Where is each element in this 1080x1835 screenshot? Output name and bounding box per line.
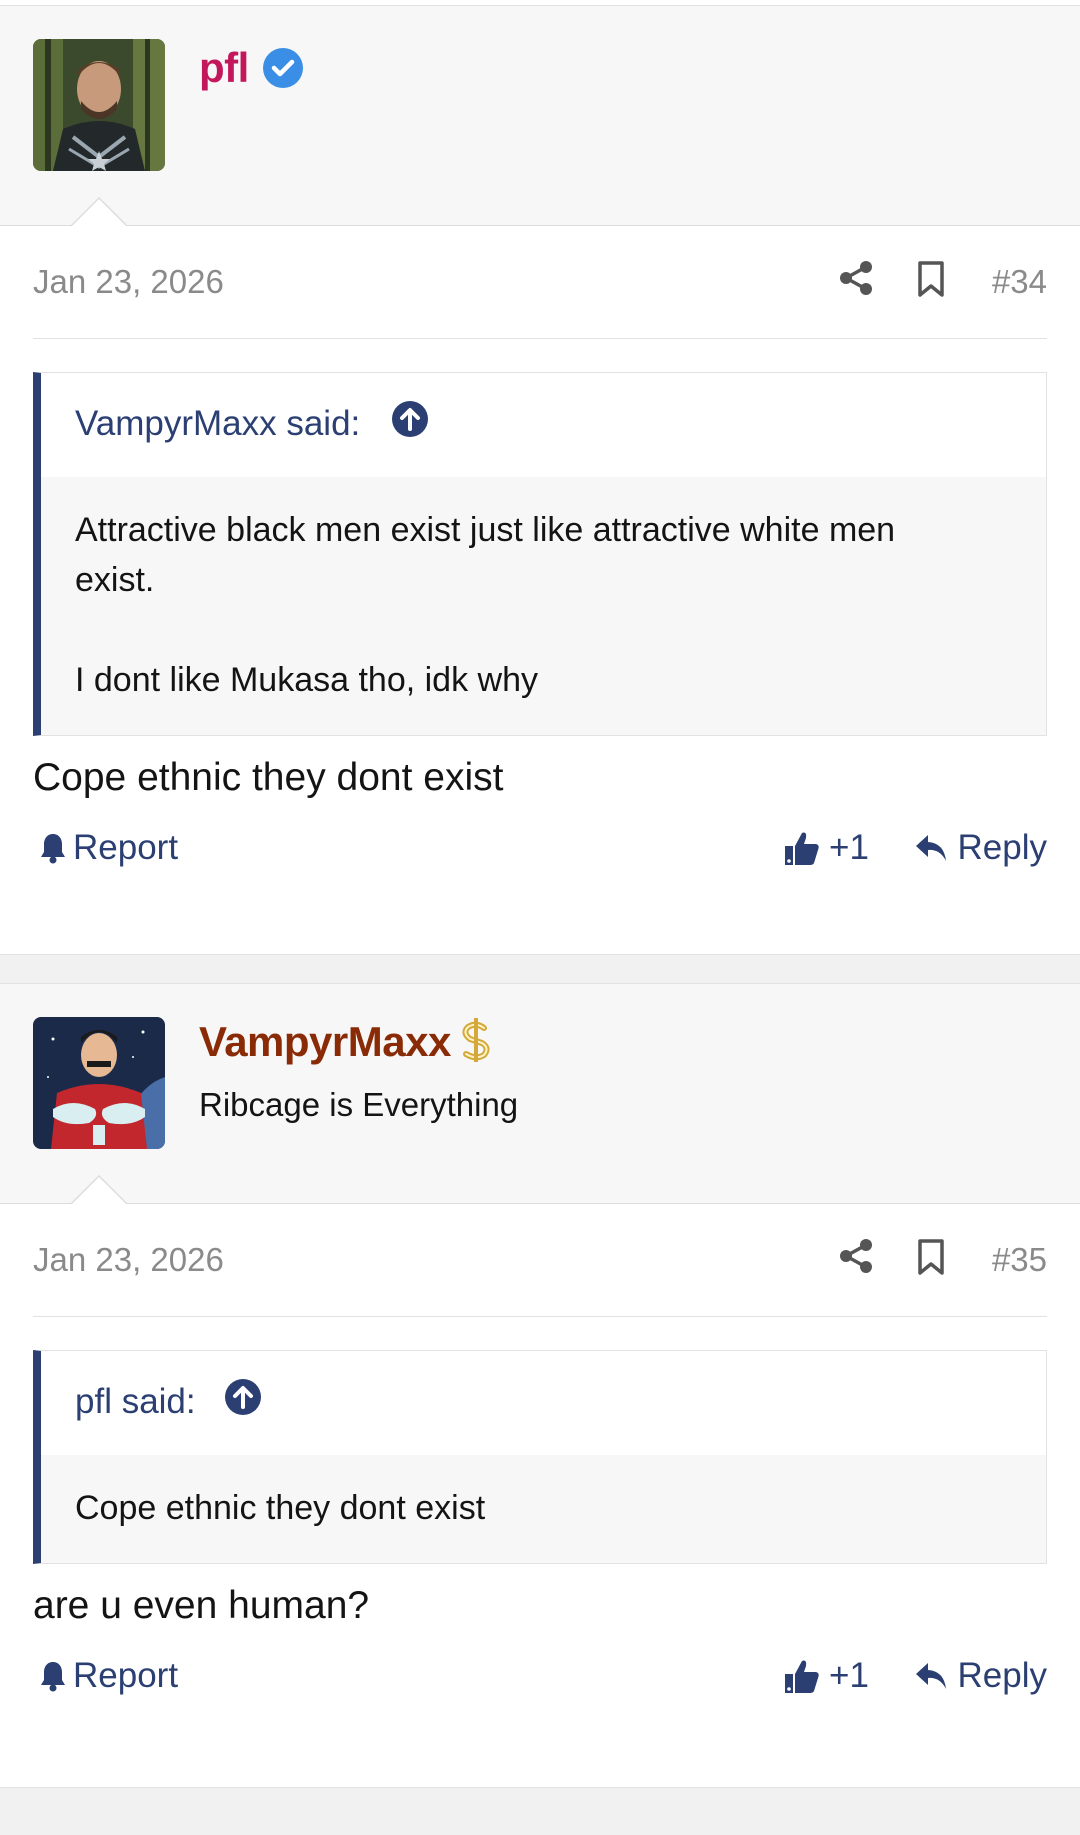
quote-block: pfl said: Cope ethnic they dont exist: [33, 1350, 1047, 1564]
post-actions: Report +1 Reply: [33, 1628, 1047, 1724]
avatar[interactable]: [33, 1017, 165, 1149]
post-separator: [0, 1787, 1080, 1835]
share-icon[interactable]: [839, 260, 873, 296]
username[interactable]: VampyrMaxx: [199, 1018, 451, 1066]
like-label: +1: [829, 828, 869, 867]
bell-icon: [41, 834, 65, 864]
quote-header: VampyrMaxx said:: [41, 373, 1046, 477]
bell-icon: [41, 1662, 65, 1692]
post-body: are u even human?: [33, 1584, 370, 1627]
reply-label: Reply: [957, 828, 1047, 867]
post-header: pfl: [0, 6, 1080, 227]
post-35: VampyrMaxx Ribcage is Everything Jan 23,…: [0, 983, 1080, 1788]
post-date[interactable]: Jan 23, 2026: [33, 1241, 224, 1279]
quote-header: pfl said:: [41, 1351, 1046, 1455]
dollar-icon: [456, 1014, 496, 1066]
username[interactable]: pfl: [199, 44, 249, 92]
quote-line: I dont like Mukasa tho, idk why: [75, 661, 539, 699]
quote-author[interactable]: VampyrMaxx said:: [75, 404, 360, 444]
reply-label: Reply: [957, 1656, 1047, 1695]
post-body: Cope ethnic they dont exist: [33, 756, 504, 799]
thread-page: pfl Jan 23, 2026 #34 VampyrMaxx said: At…: [0, 0, 1080, 1835]
avatar[interactable]: [33, 39, 165, 171]
post-separator: [0, 954, 1080, 984]
thumbs-up-icon: [785, 1660, 819, 1693]
post-date[interactable]: Jan 23, 2026: [33, 263, 224, 301]
reply-arrow-icon: [915, 1663, 946, 1689]
quote-body: Cope ethnic they dont exist: [41, 1455, 1046, 1563]
user-title: Ribcage is Everything: [199, 1086, 519, 1123]
post-34: pfl Jan 23, 2026 #34 VampyrMaxx said: At…: [0, 5, 1080, 955]
report-label: Report: [73, 1656, 179, 1695]
quote-line: Cope ethnic they dont exist: [75, 1489, 486, 1527]
quote-block: VampyrMaxx said: Attractive black men ex…: [33, 372, 1047, 736]
quote-line: exist.: [75, 561, 155, 599]
post-header: VampyrMaxx Ribcage is Everything: [0, 984, 1080, 1205]
post-number[interactable]: #34: [992, 263, 1047, 301]
quote-author[interactable]: pfl said:: [75, 1382, 196, 1422]
report-button[interactable]: Report: [39, 1656, 178, 1696]
quote-line: Attractive black men exist just like att…: [75, 511, 896, 549]
reply-button[interactable]: Reply: [914, 828, 1047, 868]
jump-to-quote-icon[interactable]: [224, 1378, 262, 1416]
share-icon[interactable]: [839, 1238, 873, 1274]
bookmark-icon[interactable]: [916, 1238, 946, 1276]
report-button[interactable]: Report: [39, 828, 178, 868]
jump-to-quote-icon[interactable]: [391, 400, 429, 438]
like-label: +1: [829, 1656, 869, 1695]
bookmark-icon[interactable]: [916, 260, 946, 298]
report-label: Report: [73, 828, 179, 867]
verified-check-icon: [262, 47, 304, 89]
post-meta: Jan 23, 2026 #35: [33, 1204, 1047, 1317]
post-meta: Jan 23, 2026 #34: [33, 226, 1047, 339]
post-actions: Report +1 Reply: [33, 800, 1047, 896]
post-number[interactable]: #35: [992, 1241, 1047, 1279]
reply-button[interactable]: Reply: [914, 1656, 1047, 1696]
thumbs-up-icon: [785, 832, 819, 865]
like-button[interactable]: +1: [783, 1656, 869, 1696]
like-button[interactable]: +1: [783, 828, 869, 868]
quote-body: Attractive black men exist just like att…: [41, 477, 1046, 735]
reply-arrow-icon: [915, 835, 946, 861]
